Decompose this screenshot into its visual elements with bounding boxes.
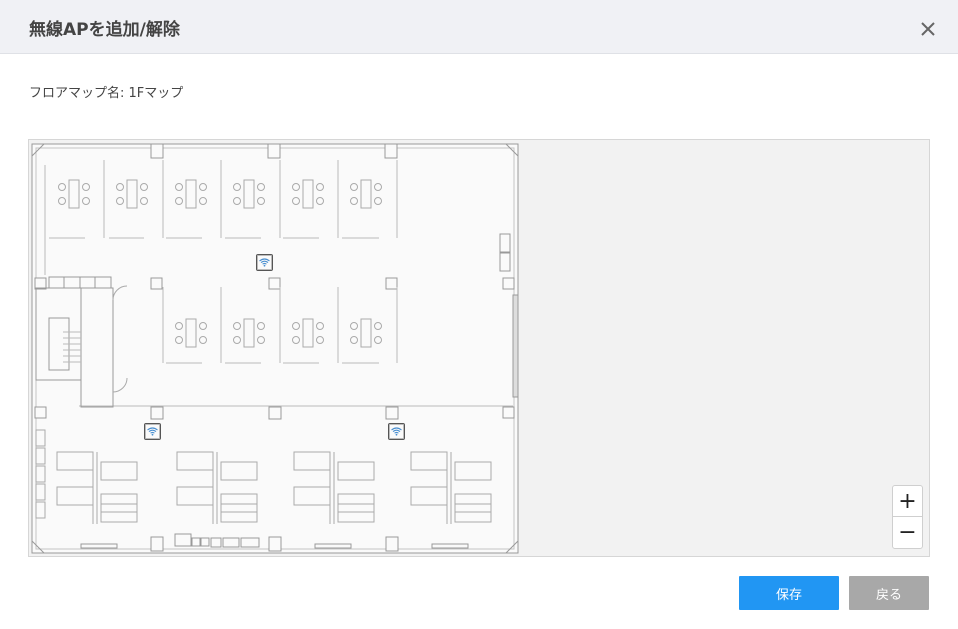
wifi-icon [147, 427, 158, 436]
zoom-in-button[interactable]: + [893, 486, 922, 517]
access-point-marker[interactable] [256, 254, 273, 271]
floor-map-name: フロアマップ名: 1Fマップ [29, 86, 184, 101]
wifi-icon [259, 258, 270, 267]
zoom-control: + − [892, 485, 923, 549]
close-icon[interactable] [916, 17, 940, 41]
access-point-marker[interactable] [388, 423, 405, 440]
dialog-header: 無線APを追加/解除 [0, 0, 958, 54]
wifi-icon [391, 427, 402, 436]
access-point-marker[interactable] [144, 423, 161, 440]
floor-map-canvas[interactable]: + − [28, 139, 930, 557]
dialog-title: 無線APを追加/解除 [29, 20, 180, 40]
save-button[interactable]: 保存 [739, 576, 839, 610]
zoom-out-button[interactable]: − [893, 517, 922, 548]
back-button[interactable]: 戻る [849, 576, 929, 610]
floor-plan-drawing [31, 143, 519, 554]
